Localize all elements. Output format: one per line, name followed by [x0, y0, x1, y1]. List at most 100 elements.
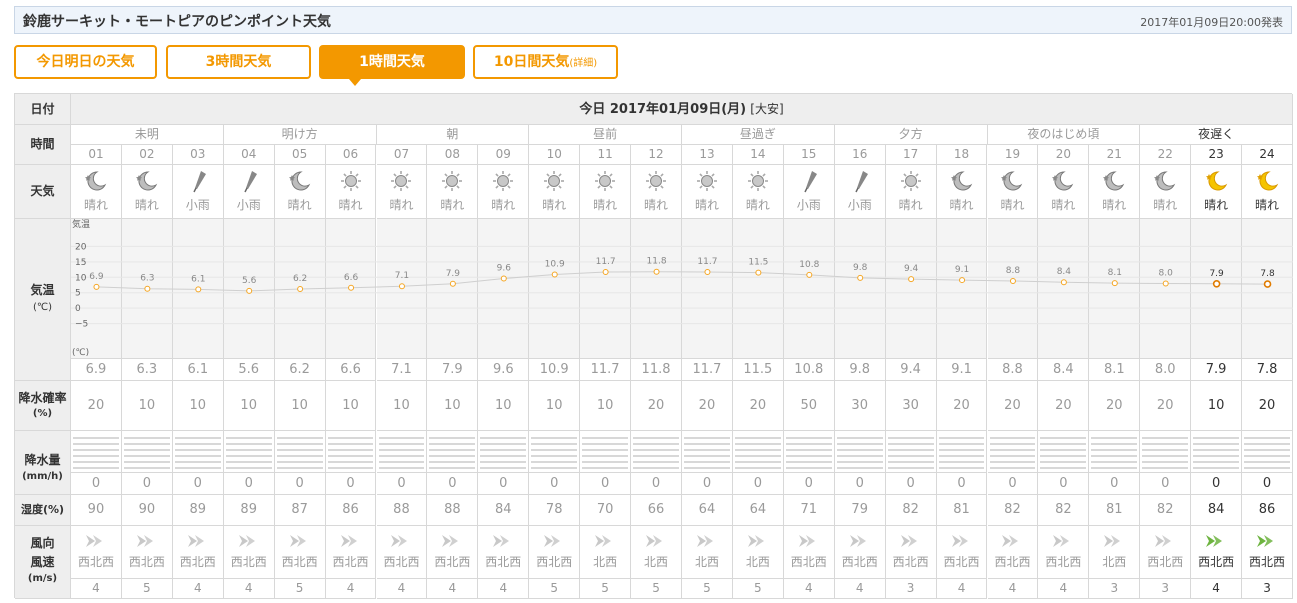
wind-cell: 西北西 — [783, 526, 835, 579]
precip-amount-value: 0 — [274, 473, 326, 495]
tab-10-day[interactable]: 10日間天気(詳細) — [473, 45, 618, 79]
hour-label: 05 — [274, 145, 326, 165]
temperature-value: 9.8 — [834, 359, 886, 381]
wind-cell: 北西 — [580, 526, 632, 579]
precip-grid-line — [1193, 455, 1240, 457]
row-label-weather: 天気 — [15, 165, 71, 219]
temperature-point — [348, 284, 355, 291]
temperature-point — [806, 271, 813, 278]
temperature-point-label: 9.4 — [904, 264, 919, 274]
weather-label: 晴れ — [898, 198, 923, 212]
wind-direction-icon — [493, 535, 510, 547]
hour-label: 19 — [987, 145, 1039, 165]
tab-today-tomorrow[interactable]: 今日明日の天気 — [14, 45, 157, 79]
precip-amount-value: 0 — [376, 473, 428, 495]
precip-grid-line — [123, 449, 170, 451]
temperature-value: 5.6 — [223, 359, 275, 381]
y-tick-label: 15 — [75, 258, 86, 268]
wind-direction-icon — [391, 535, 408, 547]
precip-amount-graph — [580, 431, 632, 473]
precip-prob-value: 50 — [783, 381, 835, 431]
precip-grid-line — [1244, 467, 1290, 469]
tab-label: 今日明日の天気 — [36, 54, 135, 70]
wind-direction: 西北西 — [892, 555, 929, 569]
weather-cell: 晴れ — [529, 165, 581, 219]
weather-label: 晴れ — [287, 198, 312, 212]
row-label-wind: 風向 風速 (m/s) — [15, 526, 71, 599]
temperature-point-label: 8.8 — [1006, 266, 1021, 276]
humidity-value: 90 — [71, 495, 122, 526]
weather-cell: 晴れ — [987, 165, 1039, 219]
precip-grid-line — [1040, 443, 1087, 445]
tab-1-hour[interactable]: 1時間天気 — [319, 45, 465, 86]
weather-label: 小雨 — [847, 198, 872, 212]
precip-amount-graph — [529, 431, 581, 473]
precip-grid-line — [429, 437, 476, 439]
y-tick-label: 0 — [75, 304, 81, 314]
precip-grid-line — [887, 467, 934, 469]
temperature-value: 6.2 — [274, 359, 326, 381]
precip-amount-value: 0 — [834, 473, 886, 495]
temperature-point — [602, 269, 609, 276]
temperature-value: 6.3 — [121, 359, 173, 381]
precip-grid-line — [123, 467, 170, 469]
precip-grid-line — [938, 443, 985, 445]
wind-cell: 西北西 — [172, 526, 224, 579]
weather-cell: 晴れ — [376, 165, 428, 219]
precip-grid-line — [276, 461, 323, 463]
precip-amount-value: 0 — [71, 473, 122, 495]
tab-3-hour[interactable]: 3時間天気 — [166, 45, 311, 79]
wind-cell: 北西 — [1089, 526, 1141, 579]
weather-label: 小雨 — [236, 198, 261, 212]
temperature-point-label: 7.9 — [1209, 269, 1224, 279]
tab-label: 3時間天気 — [205, 54, 272, 70]
precip-grid-line — [327, 467, 374, 469]
precip-grid-line — [785, 461, 832, 463]
precip-grid-line — [989, 443, 1036, 445]
precip-grid-line — [836, 449, 883, 451]
wind-direction: 西北西 — [230, 555, 267, 569]
precip-grid-line — [938, 437, 985, 439]
hour-label: 18 — [936, 145, 988, 165]
wind-direction: 北西 — [1102, 555, 1127, 569]
precip-grid-line — [174, 455, 221, 457]
precip-prob-value: 10 — [223, 381, 275, 431]
precip-grid-line — [1091, 467, 1138, 469]
temperature-value: 9.6 — [478, 359, 530, 381]
temperature-point — [1060, 279, 1067, 286]
time-period-label: 明け方 — [223, 125, 377, 145]
humidity-value: 82 — [1140, 495, 1192, 526]
wind-cell: 西北西 — [987, 526, 1039, 579]
weather-cell: 晴れ — [1191, 165, 1243, 219]
wind-direction: 北西 — [745, 555, 770, 569]
precip-grid-line — [327, 455, 374, 457]
hour-label: 14 — [732, 145, 784, 165]
wind-direction-icon — [1257, 535, 1274, 547]
precip-grid-line — [174, 443, 221, 445]
precip-grid-line — [480, 443, 527, 445]
wind-direction-icon — [544, 535, 561, 547]
wind-speed-value: 4 — [1038, 579, 1090, 599]
temperature-point-label: 11.7 — [596, 257, 616, 267]
weather-label: 晴れ — [1153, 198, 1178, 212]
humidity-value: 81 — [936, 495, 988, 526]
sun-icon — [391, 171, 412, 191]
precip-grid-line — [1244, 443, 1290, 445]
precip-grid-line — [225, 455, 272, 457]
wind-direction: 西北西 — [434, 555, 471, 569]
wind-speed-value: 3 — [1089, 579, 1141, 599]
wind-direction: 西北西 — [790, 555, 827, 569]
weather-cell: 晴れ — [580, 165, 632, 219]
temperature-value: 8.0 — [1140, 359, 1192, 381]
precip-grid-line — [1244, 461, 1290, 463]
time-period-label: 昼過ぎ — [682, 125, 835, 145]
precip-grid-line — [480, 467, 527, 469]
temperature-point-label: 6.6 — [344, 273, 359, 283]
wind-cell: 西北西 — [1191, 526, 1243, 579]
precip-prob-value: 20 — [631, 381, 682, 431]
hour-label: 10 — [529, 145, 581, 165]
temperature-point — [857, 274, 864, 281]
wind-direction: 西北西 — [77, 555, 114, 569]
y-tick-label: 5 — [75, 289, 81, 299]
weather-cell: 晴れ — [427, 165, 479, 219]
